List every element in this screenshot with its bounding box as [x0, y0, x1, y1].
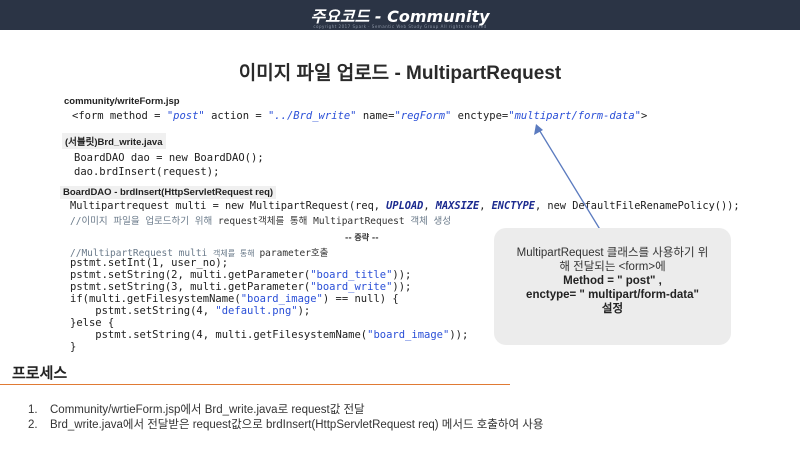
section-title: 프로세스 [12, 365, 68, 382]
callout-line-2: 해 전달되는 <form>에 [559, 261, 666, 273]
process-list: 1. Community/wrtieForm.jsp에서 Brd_write.ja… [28, 401, 543, 431]
callout-arrow [534, 124, 605, 237]
list-item-text: Brd_write.java에서 전달받은 request값으로 brdInse… [50, 419, 544, 431]
list-item: 2. Brd_write.java에서 전달받은 request값으로 brdIn… [28, 416, 543, 431]
list-item-number: 1. [28, 404, 38, 416]
list-item-number: 2. [28, 419, 38, 431]
list-item-text: Community/wrtieForm.jsp에서 Brd_write.java… [50, 404, 365, 416]
section-divider [0, 384, 510, 385]
arrow-line [537, 127, 605, 237]
callout-line-3: Method = " post" , [563, 275, 662, 287]
callout-line-5: 설정 [601, 303, 624, 315]
list-item: 1. Community/wrtieForm.jsp에서 Brd_write.ja… [28, 401, 543, 416]
callout-box: MultipartRequest 클래스를 사용하기 위 해 전달되는 <for… [494, 228, 731, 345]
callout-line-4: enctype= " multipart/form-data" [526, 289, 699, 301]
callout-line-1: MultipartRequest 클래스를 사용하기 위 [516, 247, 709, 259]
